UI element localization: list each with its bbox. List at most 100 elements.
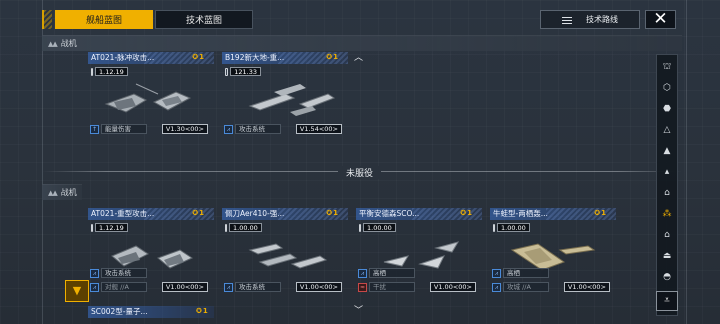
tab-tech-blueprint[interactable]: 技术蓝图 bbox=[155, 10, 253, 29]
tag-label: 干扰 bbox=[369, 282, 415, 292]
tag-extra: //A bbox=[120, 283, 129, 291]
corvette-icon[interactable]: ▲ bbox=[659, 143, 675, 159]
destroyer-icon[interactable]: ⬣ bbox=[659, 101, 675, 117]
list-icon bbox=[562, 16, 572, 24]
level-indicator: 1.00.00 bbox=[359, 223, 396, 232]
tech-route-label: 技术路线 bbox=[586, 15, 618, 24]
tag-label: 能量伤害 bbox=[101, 124, 147, 134]
level-value: 1.12.19 bbox=[95, 67, 128, 76]
blueprint-count-badge: 1 bbox=[326, 209, 338, 217]
tab-ship-blueprint[interactable]: 舰船蓝图 bbox=[55, 10, 153, 29]
tag-label: 攻城 //A bbox=[503, 282, 549, 292]
tag-row: ⩘ 高栖 bbox=[358, 268, 415, 278]
ship-image bbox=[104, 83, 192, 113]
version-label: V1.00<00> bbox=[295, 282, 342, 292]
blueprint-count-badge: 1 bbox=[326, 53, 338, 61]
frigate-icon[interactable]: △ bbox=[659, 122, 675, 138]
level-indicator: 121.33 bbox=[225, 67, 261, 76]
anti-ship-icon: ⩘ bbox=[90, 282, 99, 292]
level-icon bbox=[359, 223, 361, 232]
attack-system-icon: ⩘ bbox=[90, 268, 99, 278]
fighter-icon[interactable]: ⁂ bbox=[659, 206, 675, 222]
blueprint-card[interactable]: 牛蛙型-两栖轰... 1 1.00.00 ⩘ 高栖 ⩘ 攻城 //A V1.00… bbox=[490, 208, 616, 296]
ship-type-sidebar: ⛫ ⬡ ⬣ △ ▲ ▴ ⌂ ⁂ ⌂ ⏏ ◓ bbox=[656, 54, 678, 316]
level-value: 1.12.19 bbox=[95, 223, 128, 232]
top-bar: 舰船蓝图 技术蓝图 技术路线 ✕ bbox=[0, 0, 720, 34]
tag-label: 高栖 bbox=[503, 268, 549, 278]
blueprint-card[interactable]: AT021-重型攻击... 1 1.12.19 ⩘ 攻击系统 ⩘ 对舰 //A … bbox=[88, 208, 214, 296]
tag-row: ≈ 干扰 bbox=[358, 282, 415, 292]
support-icon[interactable]: ◓ bbox=[659, 269, 675, 285]
level-icon bbox=[91, 67, 93, 76]
blueprint-count-badge: 1 bbox=[594, 209, 606, 217]
tag-row: ⩘ 攻击系统 bbox=[90, 268, 147, 278]
tag-row: ⩘ 攻击系统 bbox=[224, 282, 281, 292]
close-button[interactable]: ✕ bbox=[645, 10, 676, 29]
cruiser-icon[interactable]: ⬡ bbox=[659, 80, 675, 96]
blueprint-count-badge: 1 bbox=[196, 307, 208, 315]
blueprint-card[interactable]: 平衡安德森SCO... 1 1.00.00 ⩘ 高栖 ≈ 干扰 V1.00<00… bbox=[356, 208, 482, 296]
fighter-icon: ▲▲ bbox=[48, 188, 58, 197]
station-icon[interactable]: ⏏ bbox=[659, 248, 675, 264]
level-indicator: 1.00.00 bbox=[225, 223, 262, 232]
blueprint-card[interactable]: 佩刀Aer410-强... 1 1.00.00 ⩘ 攻击系统 V1.00<00> bbox=[222, 208, 348, 296]
hangar-icon[interactable]: ⌂ bbox=[659, 227, 675, 243]
level-icon bbox=[225, 67, 229, 76]
level-value: 1.00.00 bbox=[363, 223, 396, 232]
right-rail bbox=[686, 0, 687, 324]
tag-label: 攻击系统 bbox=[235, 282, 281, 292]
tag-row: ↑ 能量伤害 bbox=[90, 124, 147, 134]
amphibious-icon: ⩘ bbox=[492, 268, 501, 278]
version-label: V1.00<00> bbox=[161, 282, 208, 292]
chevron-down-icon[interactable]: ﹀ bbox=[354, 303, 363, 316]
level-value: 1.00.00 bbox=[497, 223, 530, 232]
carrier-icon[interactable]: ⛫ bbox=[659, 59, 675, 75]
section-header-fighter-bottom: ▲▲ 战机 bbox=[42, 184, 82, 200]
level-icon bbox=[493, 223, 495, 232]
version-label: V1.00<00> bbox=[563, 282, 610, 292]
blueprint-count-badge: 1 bbox=[460, 209, 472, 217]
level-indicator: 1.00.00 bbox=[493, 223, 530, 232]
level-icon bbox=[91, 223, 93, 232]
blueprint-count-badge: 1 bbox=[192, 209, 204, 217]
filter-button[interactable]: ⩡ bbox=[656, 291, 678, 311]
tag-row: ⩘ 高栖 bbox=[492, 268, 549, 278]
tag-extra: //A bbox=[522, 283, 531, 291]
tag-label: 高栖 bbox=[369, 268, 415, 278]
tag-row: ⩘ 攻击系统 bbox=[224, 124, 281, 134]
blueprint-card[interactable]: B192新大地-重... 1 121.33 ⩘ 攻击系统 V1.54<00> bbox=[222, 52, 348, 140]
tag-label: 攻击系统 bbox=[101, 268, 147, 278]
level-icon bbox=[225, 223, 227, 232]
ship-image bbox=[248, 243, 328, 269]
ship-image bbox=[248, 84, 336, 116]
tag-label: 攻击系统 bbox=[235, 124, 281, 134]
blueprint-count-badge: 1 bbox=[192, 53, 204, 61]
shield-emblem-button[interactable]: ▼ bbox=[65, 280, 89, 302]
fighter-icon: ▲▲ bbox=[48, 39, 58, 48]
tag-label: 对舰 //A bbox=[101, 282, 147, 292]
gunship-icon[interactable]: ▴ bbox=[659, 164, 675, 180]
tab-marker bbox=[42, 10, 52, 29]
section-title: 战机 bbox=[60, 39, 77, 48]
tag-row: ⩘ 对舰 //A bbox=[90, 282, 147, 292]
section-header-fighter-top: ▲▲ 战机 bbox=[42, 35, 682, 51]
version-label: V1.00<00> bbox=[429, 282, 476, 292]
divider-label: 未服役 bbox=[338, 166, 382, 179]
blueprint-card[interactable]: AT021-脉冲攻击... 1 1.12.19 ↑ 能量伤害 V1.30<00> bbox=[88, 52, 214, 140]
level-value: 1.00.00 bbox=[229, 223, 262, 232]
version-label: V1.54<00> bbox=[295, 124, 342, 134]
section-title: 战机 bbox=[60, 188, 77, 197]
level-indicator: 1.12.19 bbox=[91, 67, 128, 76]
tag-text: 对舰 bbox=[105, 283, 118, 291]
energy-icon: ↑ bbox=[90, 124, 99, 134]
siege-icon: ⩘ bbox=[492, 282, 501, 292]
interceptor-icon[interactable]: ⌂ bbox=[659, 185, 675, 201]
level-value: 121.33 bbox=[230, 67, 261, 76]
tag-row: ⩘ 攻城 //A bbox=[492, 282, 549, 292]
tech-route-button[interactable]: 技术路线 bbox=[540, 10, 640, 29]
attack-system-icon: ⩘ bbox=[224, 124, 233, 134]
chevron-up-icon[interactable]: ︿ bbox=[354, 50, 363, 63]
level-indicator: 1.12.19 bbox=[91, 223, 128, 232]
tag-text: 攻城 bbox=[507, 283, 520, 291]
attack-system-icon: ⩘ bbox=[224, 282, 233, 292]
